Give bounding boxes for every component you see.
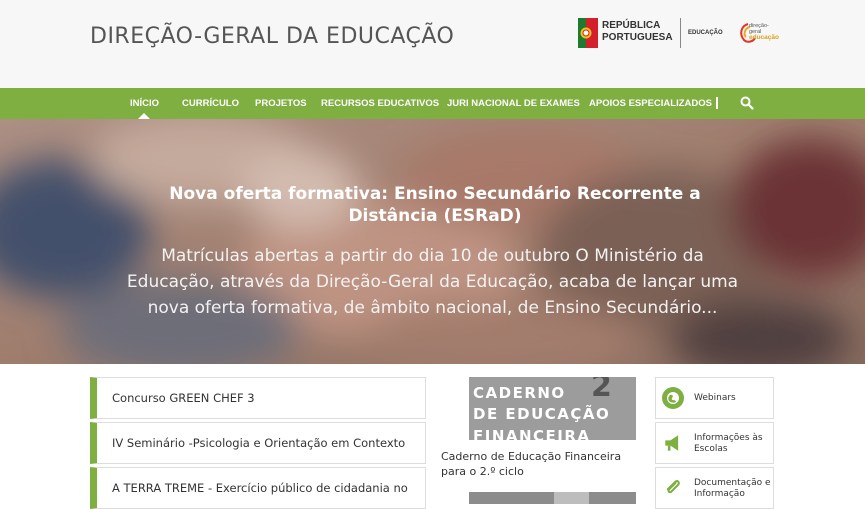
republica-portuguesa-text: REPÚBLICA PORTUGUESA [602,20,673,43]
search-icon[interactable] [740,96,754,110]
logo-divider [680,18,681,48]
quick-link-label: Informações às Escolas [694,433,763,454]
republica-portuguesa-logo[interactable]: REPÚBLICA PORTUGUESA [578,16,678,52]
quick-link-label: Webinars [694,393,736,403]
featured-publication-caption[interactable]: Caderno de Educação Financeira para o 2.… [441,449,641,479]
hero-background-image [0,119,865,364]
dge-logo-text: direção-geral educação [749,23,779,41]
next-publication-image[interactable] [469,492,636,504]
portugal-flag-icon [578,18,598,48]
news-item-label: A TERRA TREME - Exercício público de cid… [112,481,408,495]
megaphone-icon [665,435,679,451]
site-header: DIREÇÃO-GERAL DA EDUCAÇÃO REPÚBLICA PORT… [0,0,865,88]
featured-publication-image[interactable]: 2 CADERNO DE EDUCAÇÃO FINANCEIRA [469,377,636,440]
nav-item-juri-nacional[interactable]: JURI NACIONAL DE EXAMES [447,88,580,119]
nav-separator [716,97,718,109]
news-item[interactable]: IV Seminário -Psicologia e Orientação em… [90,422,426,464]
hero-text: Matrículas abertas a partir do dia 10 de… [126,246,739,318]
site-title[interactable]: DIREÇÃO-GERAL DA EDUCAÇÃO [90,24,454,49]
paperclip-icon [666,479,680,494]
hero-title[interactable]: Nova oferta formativa: Ensino Secundário… [140,183,730,227]
featured-image-number: 2 [591,377,612,404]
nav-item-curriculo[interactable]: CURRÍCULO [182,88,239,119]
nav-item-projetos[interactable]: PROJETOS [255,88,307,119]
quick-link-documentacao[interactable]: Documentação e Informação [655,467,774,509]
quick-link-informacoes[interactable]: Informações às Escolas [655,422,774,464]
quick-link-label: Documentação e Informação [694,478,771,499]
news-item-label: Concurso GREEN CHEF 3 [112,391,255,405]
main-nav: INÍCIO CURRÍCULO PROJETOS RECURSOS EDUCA… [0,88,865,119]
dge-logo[interactable]: direção-geral educação [738,20,779,46]
news-item[interactable]: Concurso GREEN CHEF 3 [90,377,426,419]
ministry-label: EDUCAÇÃO [688,30,723,36]
nav-item-recursos-educativos[interactable]: RECURSOS EDUCATIVOS [321,88,439,119]
globe-icon [667,392,679,404]
hero-banner[interactable]: Nova oferta formativa: Ensino Secundário… [0,119,865,364]
news-item-label: IV Seminário -Psicologia e Orientação em… [112,436,406,450]
news-item[interactable]: A TERRA TREME - Exercício público de cid… [90,467,426,509]
quick-link-webinars[interactable]: Webinars [655,377,774,419]
nav-item-apoios-especializados[interactable]: APOIOS ESPECIALIZADOS [589,88,712,119]
